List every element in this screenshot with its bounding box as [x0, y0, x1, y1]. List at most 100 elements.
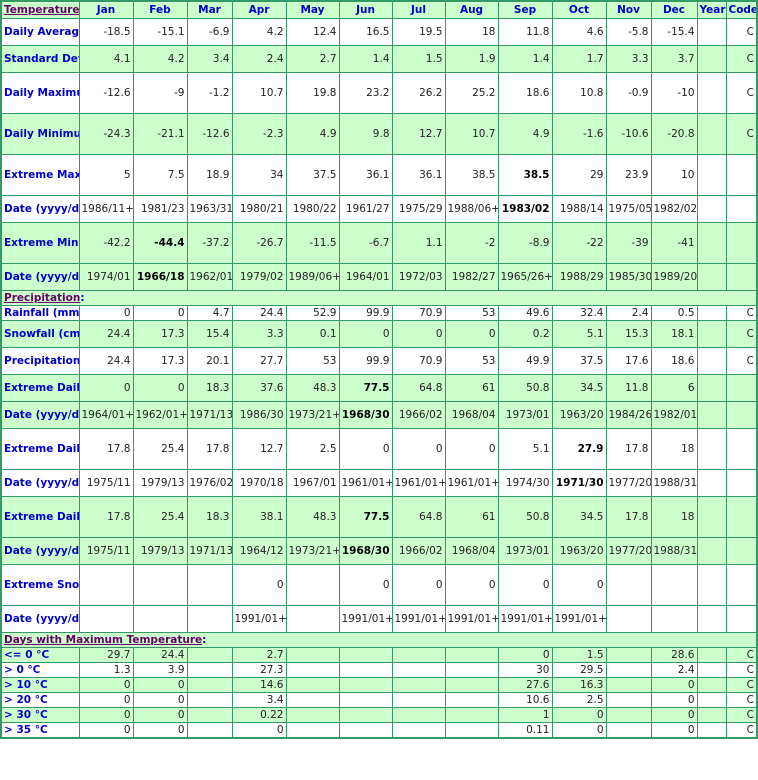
- cell-aug: [444, 722, 499, 739]
- cell-nov: -39: [605, 222, 652, 264]
- row-gt-0: > 0 °C 1.3 3.9 27.3 30 29.5 2.4 C: [0, 662, 758, 678]
- cell-year: [696, 564, 727, 606]
- cell-year: [696, 374, 727, 402]
- cell-apr: 12.7: [231, 428, 287, 470]
- cell-jun: 0: [338, 428, 393, 470]
- cell-year: [696, 347, 727, 375]
- cell-code: [725, 469, 758, 497]
- precipitation-link[interactable]: Precipitation: [4, 292, 80, 304]
- cell-aug: [444, 692, 499, 708]
- cell-feb: 0: [132, 305, 188, 321]
- cell-mar: 1962/01: [186, 263, 233, 291]
- cell-may: [285, 662, 340, 678]
- cell-aug: 25.2: [444, 72, 499, 114]
- cell-jun: 1964/01: [338, 263, 393, 291]
- cell-year: [696, 662, 727, 678]
- cell-nov: 15.3: [605, 320, 652, 348]
- cell-jun: [338, 662, 393, 678]
- cell-may: 48.3: [285, 374, 340, 402]
- cell-jun: 1961/01+: [338, 469, 393, 497]
- cell-jul: [391, 677, 446, 693]
- row-extreme-max: Extreme Maximum (°C)57.518.93437.536.136…: [0, 154, 758, 196]
- cell-apr: 1986/30: [231, 401, 287, 429]
- cell-mar: [186, 722, 233, 739]
- cell-year: [696, 605, 727, 633]
- cell-dec: 1989/20: [650, 263, 698, 291]
- cell-dec: 0: [650, 722, 698, 739]
- cell-year: [696, 401, 727, 429]
- cell-aug: 18: [444, 18, 499, 46]
- cell-mar: 1971/13: [186, 401, 233, 429]
- cell-code: [725, 401, 758, 429]
- cell-jan: 1964/01+: [78, 401, 134, 429]
- cell-apr: 0: [231, 722, 287, 739]
- cell-year: [696, 722, 727, 739]
- cell-nov: [605, 707, 652, 723]
- cell-nov: [605, 605, 652, 633]
- row-label: Extreme Daily Precipitation (mm): [0, 496, 80, 538]
- cell-dec: 1982/01: [650, 401, 698, 429]
- row-ext-daily-precip-date: Date (yyyy/dd)1975/111979/131971/131964/…: [0, 537, 758, 565]
- cell-sep: 0: [497, 564, 553, 606]
- cell-code: [725, 374, 758, 402]
- row-snowfall: Snowfall (cm) 24.4 17.3 15.4 3.3 0.1 0 0 0 0.2 5.1…: [0, 320, 758, 348]
- cell-nov: 1984/26: [605, 401, 652, 429]
- cell-apr: 1991/01+: [231, 605, 287, 633]
- cell-nov: -0.9: [605, 72, 652, 114]
- cell-mar: 20.1: [186, 347, 233, 375]
- cell-nov: 3.3: [605, 45, 652, 73]
- cell-nov: [605, 564, 652, 606]
- cell-nov: [605, 662, 652, 678]
- cell-jul: [391, 662, 446, 678]
- cell-code: C: [725, 320, 758, 348]
- cell-dec: 2.4: [650, 662, 698, 678]
- cell-oct: 1963/20: [551, 401, 607, 429]
- cell-jan: 0: [78, 692, 134, 708]
- cell-jan: -12.6: [78, 72, 134, 114]
- cell-code: C: [725, 647, 758, 663]
- cell-mar: 1963/31: [186, 195, 233, 223]
- cell-nov: [605, 722, 652, 739]
- cell-apr: 10.7: [231, 72, 287, 114]
- cell-oct: 1.5: [551, 647, 607, 663]
- cell-jul: [391, 647, 446, 663]
- cell-nov: 17.8: [605, 496, 652, 538]
- cell-nov: [605, 647, 652, 663]
- row-label: Daily Maximum (°C): [0, 72, 80, 114]
- col-header-feb: Feb: [132, 0, 188, 19]
- cell-may: 4.9: [285, 113, 340, 155]
- row-ext-snow-depth: Extreme Snow Depth (cm)000000: [0, 564, 758, 606]
- cell-dec: -41: [650, 222, 698, 264]
- cell-oct: 0: [551, 707, 607, 723]
- cell-year: [696, 537, 727, 565]
- row-label: Standard Deviation: [0, 45, 80, 73]
- row-label: Extreme Minimum (°C): [0, 222, 80, 264]
- temperature-link[interactable]: Temperature: [4, 4, 78, 16]
- cell-oct: 1988/14: [551, 195, 607, 223]
- cell-apr: 1964/12: [231, 537, 287, 565]
- cell-may: 1989/06+: [285, 263, 340, 291]
- row-gt-35: > 35 °C 0 0 0 0.11 0 0 C: [0, 722, 758, 739]
- cell-may: 1973/21+: [285, 537, 340, 565]
- cell-apr: 38.1: [231, 496, 287, 538]
- cell-jun: 1968/30: [338, 537, 393, 565]
- cell-may: 19.8: [285, 72, 340, 114]
- cell-jun: [338, 707, 393, 723]
- cell-dec: 10: [650, 154, 698, 196]
- cell-code: C: [725, 347, 758, 375]
- cell-sep: 1974/30: [497, 469, 553, 497]
- col-header-nov: Nov: [605, 0, 652, 19]
- cell-jan: 1975/11: [78, 537, 134, 565]
- cell-jun: 0: [338, 564, 393, 606]
- cell-apr: 3.3: [231, 320, 287, 348]
- cell-code: C: [725, 722, 758, 739]
- days-max-temp-link[interactable]: Days with Maximum Temperature: [4, 634, 202, 646]
- cell-year: [696, 469, 727, 497]
- cell-may: 1980/22: [285, 195, 340, 223]
- row-label: Snowfall (cm): [0, 320, 80, 348]
- col-header-oct: Oct: [551, 0, 607, 19]
- col-header-may: May: [285, 0, 340, 19]
- cell-feb: -9: [132, 72, 188, 114]
- cell-jul: 19.5: [391, 18, 446, 46]
- row-label: > 0 °C: [0, 662, 80, 678]
